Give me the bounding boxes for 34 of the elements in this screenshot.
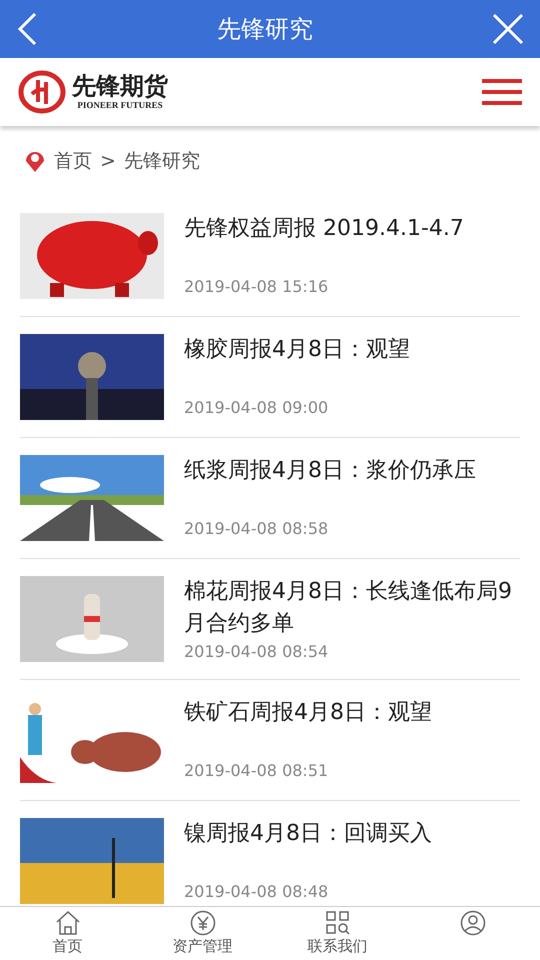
article-date: 2019-04-08 08:48	[184, 881, 330, 903]
article-item[interactable]: 先锋权益周报 2019.4.1-4.7 2019-04-08 15:16	[20, 196, 520, 317]
article-item[interactable]: 铁矿石周报4月8日：观望 2019-04-08 08:51	[20, 680, 520, 801]
location-pin-icon	[24, 149, 46, 173]
brand-subtitle: PIONEER FUTURES	[77, 101, 163, 110]
page-title: 先锋研究	[217, 14, 313, 45]
article-title: 棉花周报4月8日：长线逢低布局9月合约多单	[184, 578, 513, 638]
article-item[interactable]: 橡胶周报4月8日：观望 2019-04-08 09:00	[20, 317, 520, 438]
home-icon	[54, 910, 80, 936]
logo-icon	[18, 70, 66, 114]
article-date: 2019-04-08 15:16	[184, 276, 330, 298]
user-icon	[460, 910, 486, 936]
article-title: 铁矿石周报4月8日：观望	[184, 699, 433, 727]
article-title: 纸浆周报4月8日：浆价仍承压	[184, 457, 477, 485]
article-item[interactable]: 棉花周报4月8日：长线逢低布局9月合约多单 2019-04-08 08:54	[20, 559, 520, 680]
article-date: 2019-04-08 08:58	[184, 518, 330, 540]
menu-button[interactable]	[482, 76, 522, 108]
article-date: 2019-04-08 08:51	[184, 760, 330, 782]
yen-coin-icon	[190, 910, 216, 936]
brand-name: 先锋期货	[72, 74, 168, 98]
article-title: 橡胶周报4月8日：观望	[184, 336, 411, 364]
tab-item[interactable]: 资产管理	[135, 907, 270, 960]
tab-item[interactable]: 首页	[0, 907, 135, 960]
article-title: 镍周报4月8日：回调买入	[184, 820, 433, 848]
breadcrumb-separator: >	[100, 148, 116, 174]
breadcrumb-home-link[interactable]: 首页	[54, 146, 92, 176]
article-date: 2019-04-08 09:00	[184, 397, 330, 419]
tab-item[interactable]: 联系我们	[270, 907, 405, 960]
close-icon	[492, 13, 524, 45]
grid-search-icon	[324, 910, 350, 936]
article-title: 先锋权益周报 2019.4.1-4.7	[184, 215, 465, 243]
breadcrumb-current: 先锋研究	[124, 148, 200, 174]
article-item[interactable]: 纸浆周报4月8日：浆价仍承压 2019-04-08 08:58	[20, 438, 520, 559]
article-date: 2019-04-08 08:54	[184, 641, 330, 663]
